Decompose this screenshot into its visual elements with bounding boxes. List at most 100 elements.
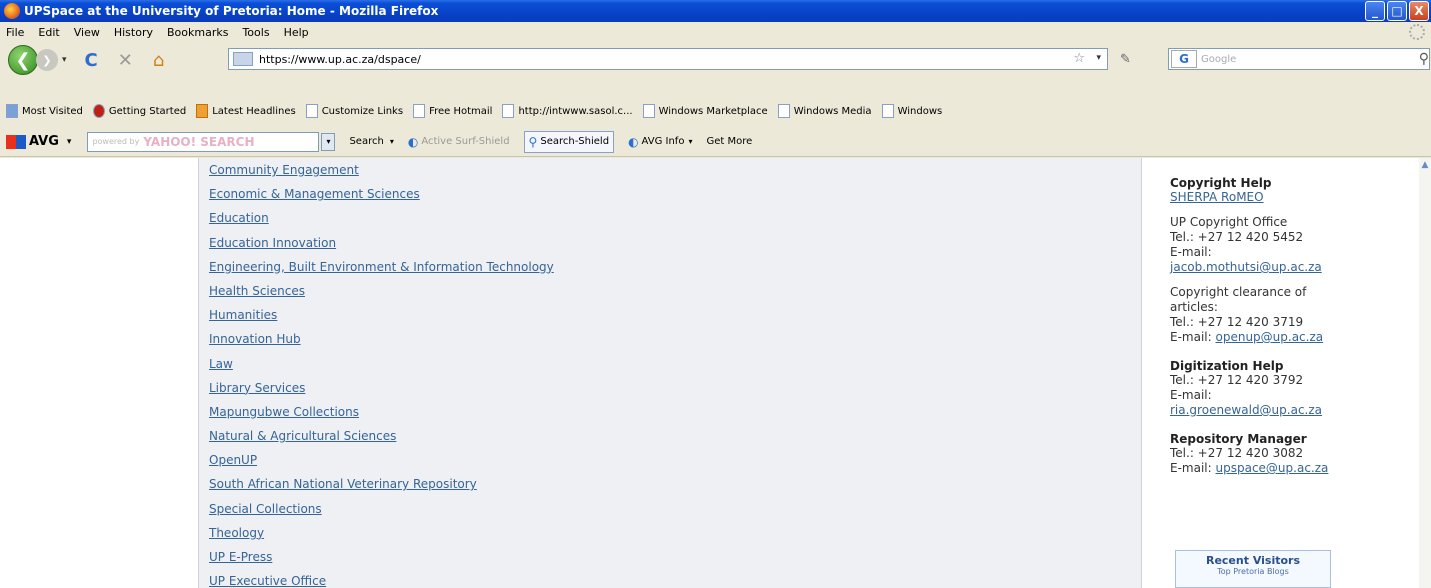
community-link[interactable]: Education bbox=[209, 211, 269, 225]
back-button[interactable]: ❮ bbox=[8, 45, 38, 75]
recent-visitors-title: Recent Visitors bbox=[1205, 554, 1301, 567]
window-title: UPSpace at the University of Pretoria: H… bbox=[24, 4, 439, 18]
community-link[interactable]: OpenUP bbox=[209, 453, 257, 467]
community-link[interactable]: Innovation Hub bbox=[209, 332, 301, 346]
openup-email-link[interactable]: openup@up.ac.za bbox=[1216, 330, 1324, 344]
avg-logo[interactable]: AVG bbox=[6, 134, 59, 149]
bookmark-free-hotmail[interactable]: Free Hotmail bbox=[413, 104, 492, 118]
list-item: UP Executive Office bbox=[209, 574, 1141, 588]
most-visited-icon bbox=[6, 104, 18, 118]
minimize-button[interactable]: _ bbox=[1365, 1, 1385, 21]
vertical-scrollbar[interactable]: ▲ bbox=[1419, 158, 1431, 588]
firefox-icon bbox=[4, 3, 20, 19]
page-icon bbox=[881, 104, 894, 118]
communities-panel: Community Engagement Economic & Managemen… bbox=[198, 158, 1142, 588]
community-link[interactable]: Mapungubwe Collections bbox=[209, 405, 359, 419]
avg-toolbar: AVG ▾ powered by YAHOO! SEARCH ▾ Search ▾… bbox=[0, 127, 1431, 157]
avg-menu-dropdown-icon[interactable]: ▾ bbox=[67, 137, 72, 147]
upspace-email-link[interactable]: upspace@up.ac.za bbox=[1216, 461, 1329, 475]
site-identity-icon[interactable] bbox=[233, 52, 253, 66]
list-item: Natural & Agricultural Sciences bbox=[209, 429, 1141, 453]
url-dropdown-icon[interactable]: ▾ bbox=[1096, 53, 1101, 63]
url-text[interactable]: https://www.up.ac.za/dspace/ bbox=[259, 53, 421, 66]
bookmark-windows-media[interactable]: Windows Media bbox=[777, 104, 872, 118]
page-icon bbox=[502, 104, 515, 118]
url-bar[interactable]: https://www.up.ac.za/dspace/ ☆ ▾ bbox=[228, 48, 1108, 70]
forward-button[interactable]: ❯ bbox=[36, 49, 58, 71]
bookmark-most-visited[interactable]: Most Visited bbox=[6, 104, 83, 118]
history-dropdown-icon[interactable]: ▾ bbox=[62, 55, 67, 65]
active-surf-shield-button[interactable]: ◐ Active Surf-Shield bbox=[408, 135, 510, 149]
list-item: UP E-Press bbox=[209, 550, 1141, 574]
get-more-button[interactable]: Get More bbox=[706, 136, 752, 147]
clearance-tel: Tel.: +27 12 420 3719 bbox=[1170, 315, 1304, 329]
communities-list: Community Engagement Economic & Managemen… bbox=[199, 158, 1141, 588]
avg-search-button[interactable]: Search ▾ bbox=[349, 136, 393, 147]
search-shield-button[interactable]: ⚲ Search-Shield bbox=[523, 130, 615, 153]
list-item: South African National Veterinary Reposi… bbox=[209, 477, 1141, 501]
google-engine-icon[interactable]: G bbox=[1171, 50, 1197, 68]
clearance-label-2: articles: bbox=[1170, 300, 1218, 314]
bookmark-latest-headlines[interactable]: Latest Headlines bbox=[196, 104, 296, 118]
copyright-email-link[interactable]: jacob.mothutsi@up.ac.za bbox=[1170, 260, 1322, 274]
digitization-email-link[interactable]: ria.groenewald@up.ac.za bbox=[1170, 403, 1322, 417]
menu-help[interactable]: Help bbox=[284, 26, 309, 39]
community-link[interactable]: Economic & Management Sciences bbox=[209, 187, 420, 201]
page-icon bbox=[777, 104, 790, 118]
bookmark-customize-links[interactable]: Customize Links bbox=[305, 104, 403, 118]
repository-email-label: E-mail: bbox=[1170, 461, 1212, 475]
menu-file[interactable]: File bbox=[6, 26, 24, 39]
community-link[interactable]: Engineering, Built Environment & Informa… bbox=[209, 260, 554, 274]
stop-icon[interactable]: ✕ bbox=[118, 50, 133, 71]
community-link[interactable]: Health Sciences bbox=[209, 284, 305, 298]
copyright-help-heading: Copyright Help bbox=[1170, 176, 1272, 190]
community-link[interactable]: Natural & Agricultural Sciences bbox=[209, 429, 396, 443]
surf-shield-icon: ◐ bbox=[407, 134, 419, 149]
bookmark-sasol[interactable]: http://intwww.sasol.c... bbox=[502, 104, 633, 118]
menu-bookmarks[interactable]: Bookmarks bbox=[167, 26, 228, 39]
community-link[interactable]: Education Innovation bbox=[209, 236, 336, 250]
page-icon bbox=[305, 104, 318, 118]
menu-edit[interactable]: Edit bbox=[38, 26, 59, 39]
reload-icon[interactable]: C bbox=[85, 50, 98, 71]
home-icon[interactable]: ⌂ bbox=[153, 50, 164, 71]
window-title-bar: UPSpace at the University of Pretoria: H… bbox=[0, 0, 1431, 22]
bookmark-star-icon[interactable]: ☆ bbox=[1073, 51, 1085, 66]
community-link[interactable]: UP E-Press bbox=[209, 550, 272, 564]
left-margin bbox=[0, 158, 198, 588]
maximize-button[interactable]: □ bbox=[1387, 1, 1407, 21]
community-link[interactable]: South African National Veterinary Reposi… bbox=[209, 477, 477, 491]
avg-info-button[interactable]: ◐ AVG Info ▾ bbox=[628, 135, 692, 149]
list-item: Engineering, Built Environment & Informa… bbox=[209, 260, 1141, 284]
recent-visitors-widget[interactable]: Recent Visitors Top Pretoria Blogs bbox=[1175, 550, 1331, 588]
copyright-email-label: E-mail: bbox=[1170, 245, 1212, 259]
community-link[interactable]: UP Executive Office bbox=[209, 574, 326, 588]
sherpa-romeo-link[interactable]: SHERPA RoMEO bbox=[1170, 190, 1264, 204]
community-link[interactable]: Humanities bbox=[209, 308, 277, 322]
addon-icon[interactable]: ✎ bbox=[1120, 52, 1131, 67]
community-link[interactable]: Special Collections bbox=[209, 502, 322, 516]
repository-manager-heading: Repository Manager bbox=[1170, 432, 1307, 446]
search-bar[interactable]: G Google ⚲ bbox=[1168, 48, 1430, 70]
search-shield-icon: ⚲ bbox=[528, 134, 538, 149]
community-link[interactable]: Law bbox=[209, 357, 233, 371]
yahoo-search-input[interactable]: powered by YAHOO! SEARCH bbox=[87, 131, 320, 152]
bookmark-getting-started[interactable]: Getting Started bbox=[92, 104, 186, 118]
search-icon[interactable]: ⚲ bbox=[1419, 51, 1429, 67]
community-link[interactable]: Theology bbox=[209, 526, 264, 540]
close-button[interactable]: X bbox=[1409, 1, 1429, 21]
bookmark-windows-marketplace[interactable]: Windows Marketplace bbox=[642, 104, 768, 118]
bookmarks-toolbar: Most Visited Getting Started Latest Head… bbox=[0, 98, 1431, 124]
page-content: Community Engagement Economic & Managemen… bbox=[0, 158, 1431, 588]
menu-view[interactable]: View bbox=[74, 26, 100, 39]
list-item: Mapungubwe Collections bbox=[209, 405, 1141, 429]
yahoo-search-dropdown[interactable]: ▾ bbox=[321, 132, 336, 151]
search-input[interactable]: Google bbox=[1201, 54, 1236, 65]
community-link[interactable]: Community Engagement bbox=[209, 163, 359, 177]
menu-tools[interactable]: Tools bbox=[242, 26, 269, 39]
bookmark-windows[interactable]: Windows bbox=[881, 104, 942, 118]
back-arrow-icon: ❮ bbox=[15, 49, 31, 71]
menu-history[interactable]: History bbox=[114, 26, 153, 39]
community-link[interactable]: Library Services bbox=[209, 381, 305, 395]
scroll-up-icon[interactable]: ▲ bbox=[1419, 160, 1431, 172]
